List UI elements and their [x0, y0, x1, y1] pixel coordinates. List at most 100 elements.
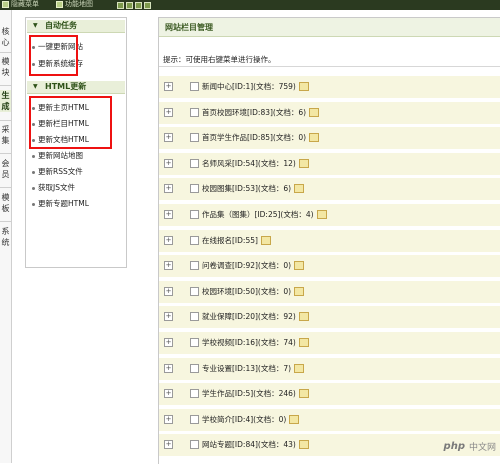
row-checkbox[interactable]	[190, 158, 199, 168]
category-label[interactable]: 就业保障[ID:20](文档：92)	[202, 311, 309, 322]
row-checkbox[interactable]	[190, 414, 199, 424]
edit-note-icon[interactable]	[260, 235, 271, 245]
category-label[interactable]: 在线报名[ID:55]	[202, 235, 271, 246]
tab-members[interactable]: 会员	[0, 158, 11, 180]
category-label[interactable]: 首页学生作品[ID:85](文档：0)	[202, 132, 320, 143]
expand-icon[interactable]: +	[164, 338, 173, 347]
tab-modules[interactable]: 模块	[0, 56, 11, 78]
tab-core[interactable]: 核心	[0, 26, 11, 48]
edit-note-icon[interactable]	[298, 312, 309, 322]
category-row[interactable]: + 在线报名[ID:55]	[159, 229, 500, 253]
category-row[interactable]: + 校园图集[ID:53](文档：6)	[159, 178, 500, 202]
edit-note-icon[interactable]	[298, 338, 309, 347]
edit-note-icon[interactable]	[298, 82, 309, 91]
toolbar-icon[interactable]	[135, 2, 142, 9]
expand-icon[interactable]: +	[164, 133, 173, 143]
category-row[interactable]: + 首页学生作品[ID:85](文档：0)	[159, 127, 500, 151]
category-row[interactable]: + 学生作品[ID:5](文档：246)	[159, 383, 500, 407]
category-label[interactable]: 首页校园环境[ID:83](文档：6)	[202, 107, 320, 118]
hide-menu-button[interactable]: 隐藏菜单	[2, 0, 39, 9]
category-row[interactable]: + 首页校园环境[ID:83](文档：6)	[159, 101, 500, 125]
row-checkbox[interactable]	[190, 363, 199, 373]
row-checkbox[interactable]	[190, 107, 199, 117]
category-label[interactable]: 校园图集[ID:53](文档：6)	[202, 183, 305, 194]
row-checkbox[interactable]	[190, 440, 199, 450]
edit-note-icon[interactable]	[298, 389, 309, 399]
tab-templates[interactable]: 模板	[0, 192, 11, 214]
row-checkbox[interactable]	[190, 261, 199, 271]
menu-item-get-js[interactable]: 获取JS文件	[32, 183, 75, 193]
category-label[interactable]: 学校简介[ID:4](文档：0)	[202, 414, 300, 425]
tab-generate[interactable]: 生成	[0, 90, 11, 112]
expand-icon[interactable]: +	[164, 210, 173, 219]
category-row[interactable]: + 新闻中心[ID:1](文档：759)	[159, 76, 500, 99]
category-row[interactable]: + 名师风采[ID:54](文档：12)	[159, 152, 500, 176]
menu-item-update-sitemap[interactable]: 更新网站地图	[32, 151, 83, 161]
expand-icon[interactable]: +	[164, 158, 173, 168]
toolbar-icon[interactable]	[126, 2, 133, 9]
category-label[interactable]: 新闻中心[ID:1](文档：759)	[202, 81, 309, 92]
expand-icon[interactable]: +	[164, 107, 173, 117]
edit-note-icon[interactable]	[294, 363, 305, 373]
expand-icon[interactable]: +	[164, 440, 173, 450]
category-row[interactable]: + 学校简介[ID:4](文档：0)	[159, 408, 500, 432]
category-label[interactable]: 名师风采[ID:54](文档：12)	[202, 158, 309, 169]
edit-note-icon[interactable]	[294, 261, 305, 271]
row-checkbox[interactable]	[190, 184, 199, 194]
category-label[interactable]: 网站专题[ID:84](文档：43)	[202, 439, 309, 450]
top-toolbar: 隐藏菜单 功能地图	[0, 0, 500, 10]
edit-note-icon[interactable]	[294, 286, 305, 296]
tab-system[interactable]: 系统	[0, 226, 11, 248]
feature-map-button[interactable]: 功能地图	[56, 0, 93, 9]
category-label[interactable]: 学校视频[ID:16](文档：74)	[202, 337, 309, 348]
toolbar-icon[interactable]	[117, 2, 124, 9]
category-label[interactable]: 专业设置[ID:13](文档：7)	[202, 363, 305, 374]
expand-icon[interactable]: +	[164, 312, 173, 322]
row-checkbox[interactable]	[190, 389, 199, 399]
expand-icon[interactable]: +	[164, 82, 173, 91]
category-label[interactable]: 问卷调查[ID:92](文档：0)	[202, 260, 305, 271]
expand-icon[interactable]: +	[164, 261, 173, 271]
edit-note-icon[interactable]	[298, 158, 309, 168]
tab-collect[interactable]: 采集	[0, 124, 11, 146]
menu-item-update-topic-html[interactable]: 更新专题HTML	[32, 199, 89, 209]
edit-note-icon[interactable]	[316, 210, 327, 219]
expand-icon[interactable]: +	[164, 286, 173, 296]
expand-icon[interactable]: +	[164, 184, 173, 194]
map-icon	[56, 0, 63, 8]
category-name: 学校视频[ID:16](文档：74)	[202, 338, 296, 347]
edit-note-icon[interactable]	[309, 133, 320, 143]
expand-icon[interactable]: +	[164, 414, 173, 424]
category-row[interactable]: + 校园环境[ID:50](文档：0)	[159, 280, 500, 304]
section-auto-tasks[interactable]: ▼ 自动任务	[27, 20, 125, 33]
row-checkbox[interactable]	[190, 312, 199, 322]
row-checkbox[interactable]	[190, 133, 199, 143]
bullet-icon	[32, 186, 35, 190]
menu-item-update-rss[interactable]: 更新RSS文件	[32, 167, 83, 177]
row-checkbox[interactable]	[190, 338, 199, 347]
edit-note-icon[interactable]	[298, 440, 309, 450]
category-label[interactable]: 作品集（图集）[ID:25](文档：4)	[202, 209, 327, 220]
row-checkbox[interactable]	[190, 235, 199, 245]
category-row[interactable]: + 专业设置[ID:13](文档：7)	[159, 357, 500, 381]
category-name: 学校简介[ID:4](文档：0)	[202, 414, 287, 424]
category-row[interactable]: + 就业保障[ID:20](文档：92)	[159, 306, 500, 330]
category-row[interactable]: + 问卷调查[ID:92](文档：0)	[159, 255, 500, 279]
section-html-update[interactable]: ▼ HTML更新	[27, 81, 125, 94]
category-label[interactable]: 学生作品[ID:5](文档：246)	[202, 388, 309, 399]
category-row[interactable]: + 作品集（图集）[ID:25](文档：4)	[159, 204, 500, 227]
edit-note-icon[interactable]	[309, 107, 320, 117]
expand-icon[interactable]: +	[164, 363, 173, 373]
row-checkbox[interactable]	[190, 286, 199, 296]
edit-note-icon[interactable]	[294, 184, 305, 194]
category-name: 新闻中心[ID:1](文档：759)	[202, 82, 296, 91]
row-checkbox[interactable]	[190, 210, 199, 219]
row-checkbox[interactable]	[190, 82, 199, 91]
edit-note-icon[interactable]	[289, 414, 300, 424]
category-name: 学生作品[ID:5](文档：246)	[202, 389, 296, 399]
toolbar-icon[interactable]	[144, 2, 151, 9]
expand-icon[interactable]: +	[164, 235, 173, 245]
expand-icon[interactable]: +	[164, 389, 173, 399]
category-label[interactable]: 校园环境[ID:50](文档：0)	[202, 286, 305, 297]
category-row[interactable]: + 学校视频[ID:16](文档：74)	[159, 332, 500, 355]
